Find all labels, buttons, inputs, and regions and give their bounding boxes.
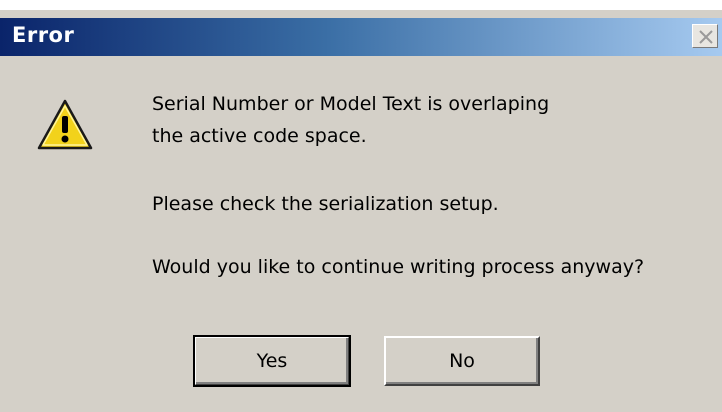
title-bar[interactable]: Error xyxy=(0,18,722,56)
window-title: Error xyxy=(12,23,75,47)
close-button[interactable] xyxy=(692,24,718,48)
close-icon xyxy=(699,30,713,44)
error-dialog: Error Serial Number or Model Text is ove… xyxy=(0,10,722,412)
message-line-4: Would you like to continue writing proce… xyxy=(152,256,645,278)
message-line-1: Serial Number or Model Text is overlapin… xyxy=(152,93,550,115)
yes-button[interactable]: Yes xyxy=(193,335,351,387)
message-line-3: Please check the serialization setup. xyxy=(152,193,499,215)
message-line-2: the active code space. xyxy=(152,125,367,147)
no-button[interactable]: No xyxy=(384,336,540,386)
warning-icon xyxy=(37,99,93,150)
